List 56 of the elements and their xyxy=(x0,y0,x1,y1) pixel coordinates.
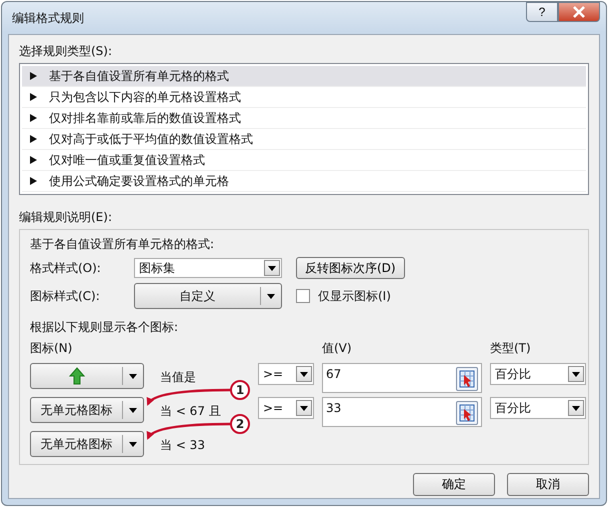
triangle-icon xyxy=(30,114,37,122)
triangle-icon xyxy=(30,156,37,164)
dropdown-arrow-icon xyxy=(268,266,276,270)
value-field[interactable]: 67 xyxy=(322,363,482,393)
icon-dropdown[interactable]: 无单元格图标 xyxy=(30,397,144,423)
section-label: 选择规则类型(S): xyxy=(19,43,114,60)
operator-dropdown[interactable]: >= xyxy=(258,363,314,385)
dialog-button[interactable]: 取消 xyxy=(507,473,589,496)
triangle-icon xyxy=(30,93,37,101)
rule-type-item[interactable]: 仅对高于或低于平均值的数值设置格式 xyxy=(22,129,586,150)
checkbox[interactable] xyxy=(296,289,310,303)
icon-style-label: 图标样式(C): xyxy=(30,288,101,304)
type-dropdown[interactable]: 百分比 xyxy=(490,397,586,419)
checkbox-label: 仅显示图标(I) xyxy=(318,288,391,304)
help-button[interactable]: ? xyxy=(526,2,558,22)
reverse-icon-order-button[interactable]: 反转图标次序(D) xyxy=(296,257,405,279)
rule-type-item[interactable]: 使用公式确定要设置格式的单元格 xyxy=(22,171,586,192)
cell-picker-icon xyxy=(459,404,475,422)
triangle-icon xyxy=(30,135,37,143)
icon-style-dropdown[interactable]: 自定义 xyxy=(134,283,282,309)
close-icon xyxy=(572,6,586,18)
rules-heading: 根据以下规则显示各个图标: xyxy=(30,319,180,336)
format-style-label: 格式样式(O): xyxy=(30,260,102,276)
description-heading: 基于各自值设置所有单元格的格式: xyxy=(30,236,216,253)
triangle-icon xyxy=(30,72,37,80)
icon-dropdown[interactable]: 无单元格图标 xyxy=(30,431,144,457)
condition-label: 当 < 33 xyxy=(160,437,205,454)
dialog-button[interactable]: 确定 xyxy=(413,473,495,496)
window-title: 编辑格式规则 xyxy=(12,10,84,26)
rule-type-item[interactable]: 仅对排名靠前或靠后的数值设置格式 xyxy=(22,108,586,129)
value-field[interactable]: 33 xyxy=(322,397,482,427)
operator-dropdown[interactable]: >= xyxy=(258,397,314,419)
cell-reference-button[interactable] xyxy=(456,401,478,425)
up-arrow-icon xyxy=(68,367,84,385)
triangle-icon xyxy=(30,177,37,185)
icon-dropdown[interactable] xyxy=(30,363,144,389)
cell-picker-icon xyxy=(459,370,475,388)
cell-reference-button[interactable] xyxy=(456,367,478,391)
dropdown-arrow-icon xyxy=(572,406,580,410)
rule-type-item[interactable]: 只为包含以下内容的单元格设置格式 xyxy=(22,87,586,108)
dropdown-arrow-icon xyxy=(129,442,137,446)
dropdown-arrow-icon xyxy=(129,408,137,412)
dropdown-arrow-icon xyxy=(300,406,308,410)
dropdown-arrow-icon xyxy=(572,372,580,376)
dropdown-arrow-icon xyxy=(267,294,275,298)
dropdown-arrow-icon xyxy=(300,372,308,376)
column-header: 类型(T) xyxy=(490,340,532,357)
close-button[interactable] xyxy=(558,2,600,22)
rule-type-item[interactable]: 基于各自值设置所有单元格的格式 xyxy=(22,66,586,87)
rule-type-item[interactable]: 仅对唯一值或重复值设置格式 xyxy=(22,150,586,171)
format-style-dropdown[interactable]: 图标集 xyxy=(134,258,282,278)
section-label: 编辑规则说明(E): xyxy=(19,209,113,226)
column-header: 图标(N) xyxy=(30,340,74,357)
column-header: 值(V) xyxy=(322,340,353,357)
type-dropdown[interactable]: 百分比 xyxy=(490,363,586,385)
dropdown-arrow-icon xyxy=(129,374,137,378)
